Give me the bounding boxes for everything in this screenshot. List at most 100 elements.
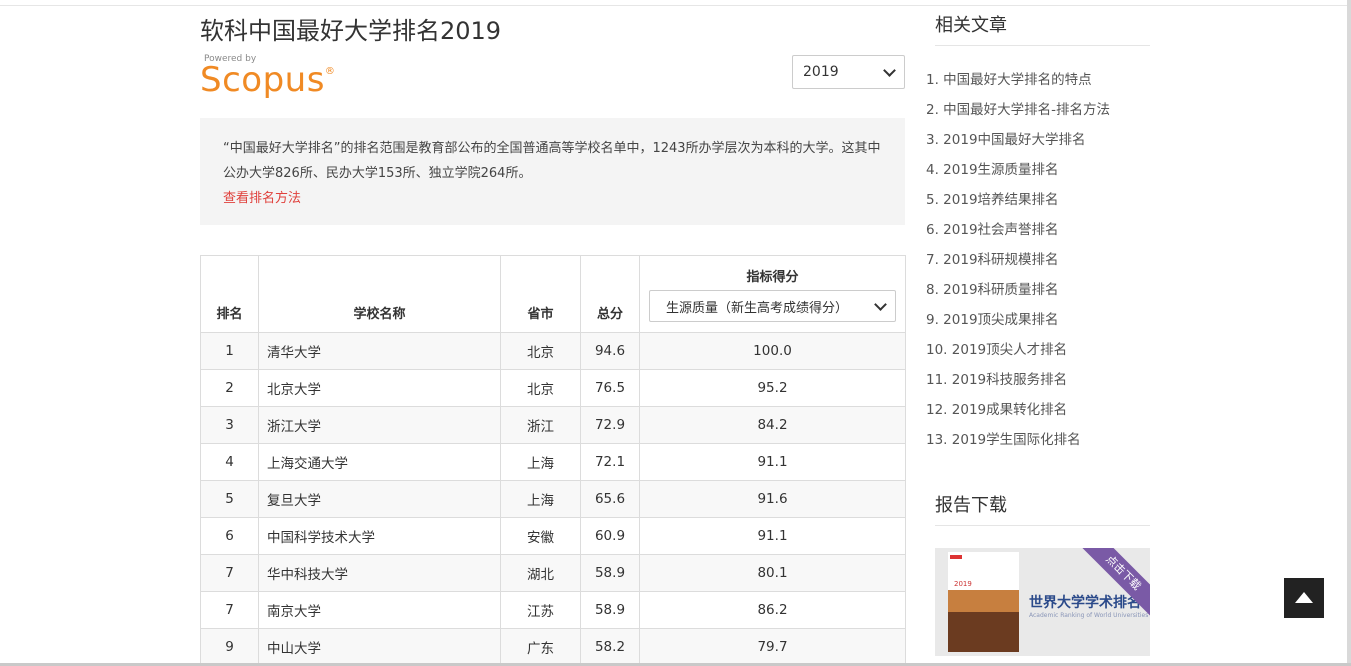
rank-cell: 7: [200, 591, 259, 629]
header-rank[interactable]: 排名: [200, 255, 259, 333]
metric-score-cell: 100.0: [639, 332, 906, 370]
cover-year: 2019: [954, 580, 972, 588]
rank-cell: 6: [200, 517, 259, 555]
scopus-logo[interactable]: Scopus®: [200, 60, 335, 100]
chevron-down-icon: [874, 297, 887, 311]
metric-score-cell: 86.2: [639, 591, 906, 629]
school-name-cell[interactable]: 复旦大学: [258, 480, 501, 518]
rank-cell: 5: [200, 480, 259, 518]
province-cell: 安徽: [500, 517, 581, 555]
total-score-cell: 58.9: [580, 591, 640, 629]
school-name-cell[interactable]: 中国科学技术大学: [258, 517, 501, 555]
back-to-top-button[interactable]: [1284, 578, 1324, 618]
year-select-value: 2019: [803, 64, 839, 80]
table-row: 4 上海交通大学 上海 72.1 91.1: [200, 443, 906, 481]
table-row: 6 中国科学技术大学 安徽 60.9 91.1: [200, 517, 906, 555]
related-articles-list: 1. 中国最好大学排名的特点 2. 中国最好大学排名-排名方法 3. 2019中国最…: [926, 69, 1110, 459]
metric-score-cell: 84.2: [639, 406, 906, 444]
table-row: 5 复旦大学 上海 65.6 91.6: [200, 480, 906, 518]
table-row: 1 清华大学 北京 94.6 100.0: [200, 332, 906, 370]
related-article-link[interactable]: 5. 2019培养结果排名: [926, 189, 1110, 219]
province-cell: 北京: [500, 369, 581, 407]
header-total-score[interactable]: 总分: [580, 255, 640, 333]
arwu-download-banner[interactable]: 2019 世界大学学术排名 Academic Ranking of World …: [935, 548, 1150, 656]
related-article-link[interactable]: 7. 2019科研规模排名: [926, 249, 1110, 279]
related-article-link[interactable]: 4. 2019生源质量排名: [926, 159, 1110, 189]
total-score-cell: 58.9: [580, 554, 640, 592]
page-scrollbar[interactable]: [1347, 0, 1351, 666]
metric-select[interactable]: 生源质量（新生高考成绩得分）: [649, 290, 896, 322]
sidebar-divider: [935, 525, 1150, 526]
province-cell: 浙江: [500, 406, 581, 444]
related-article-link[interactable]: 12. 2019成果转化排名: [926, 399, 1110, 429]
school-name-cell[interactable]: 中山大学: [258, 628, 501, 666]
arrow-up-icon: [1295, 592, 1313, 603]
related-article-link[interactable]: 1. 中国最好大学排名的特点: [926, 69, 1110, 99]
table-row: 2 北京大学 北京 76.5 95.2: [200, 369, 906, 407]
rank-cell: 1: [200, 332, 259, 370]
related-article-link[interactable]: 11. 2019科技服务排名: [926, 369, 1110, 399]
total-score-cell: 60.9: [580, 517, 640, 555]
school-name-cell[interactable]: 上海交通大学: [258, 443, 501, 481]
banner-subtitle: Academic Ranking of World Universities: [1029, 612, 1149, 619]
report-download-title: 报告下载: [935, 495, 1007, 516]
intro-text: “中国最好大学排名”的排名范围是教育部公布的全国普通高等学校名单中，1243所办…: [223, 141, 881, 181]
total-score-cell: 76.5: [580, 369, 640, 407]
table-row: 7 华中科技大学 湖北 58.9 80.1: [200, 554, 906, 592]
province-cell: 上海: [500, 443, 581, 481]
total-score-cell: 58.2: [580, 628, 640, 666]
table-row: 7 南京大学 江苏 58.9 86.2: [200, 591, 906, 629]
metric-score-cell: 91.6: [639, 480, 906, 518]
ranking-method-link[interactable]: 查看排名方法: [223, 186, 882, 211]
rank-cell: 7: [200, 554, 259, 592]
header-metric: 指标得分 生源质量（新生高考成绩得分）: [639, 255, 906, 333]
related-article-link[interactable]: 6. 2019社会声誉排名: [926, 219, 1110, 249]
table-header-row: 排名 学校名称 省市 总分 指标得分 生源质量（新生高考成绩得分）: [200, 255, 906, 333]
intro-box: “中国最好大学排名”的排名范围是教育部公布的全国普通高等学校名单中，1243所办…: [200, 118, 905, 225]
registered-mark: ®: [324, 66, 336, 77]
province-cell: 广东: [500, 628, 581, 666]
rank-cell: 9: [200, 628, 259, 666]
metric-score-cell: 91.1: [639, 517, 906, 555]
province-cell: 湖北: [500, 554, 581, 592]
related-article-link[interactable]: 2. 中国最好大学排名-排名方法: [926, 99, 1110, 129]
total-score-cell: 72.9: [580, 406, 640, 444]
banner-title: 世界大学学术排名: [1029, 595, 1141, 611]
province-cell: 江苏: [500, 591, 581, 629]
school-name-cell[interactable]: 浙江大学: [258, 406, 501, 444]
metric-select-value: 生源质量（新生高考成绩得分）: [666, 300, 849, 316]
school-name-cell[interactable]: 清华大学: [258, 332, 501, 370]
scopus-logo-text: Scopus: [200, 60, 325, 100]
sidebar-divider: [935, 45, 1150, 46]
table-row: 3 浙江大学 浙江 72.9 84.2: [200, 406, 906, 444]
school-name-cell[interactable]: 南京大学: [258, 591, 501, 629]
related-article-link[interactable]: 13. 2019学生国际化排名: [926, 429, 1110, 459]
rank-cell: 3: [200, 406, 259, 444]
chevron-down-icon: [883, 63, 896, 77]
total-score-cell: 65.6: [580, 480, 640, 518]
rank-cell: 4: [200, 443, 259, 481]
year-select[interactable]: 2019: [792, 55, 905, 89]
metric-score-cell: 91.1: [639, 443, 906, 481]
metric-score-cell: 95.2: [639, 369, 906, 407]
related-article-link[interactable]: 9. 2019顶尖成果排名: [926, 309, 1110, 339]
total-score-cell: 94.6: [580, 332, 640, 370]
school-name-cell[interactable]: 华中科技大学: [258, 554, 501, 592]
province-cell: 北京: [500, 332, 581, 370]
header-province[interactable]: 省市: [500, 255, 581, 333]
page-title: 软科中国最好大学排名2019: [200, 17, 502, 45]
related-article-link[interactable]: 8. 2019科研质量排名: [926, 279, 1110, 309]
total-score-cell: 72.1: [580, 443, 640, 481]
ranking-table: 排名 学校名称 省市 总分 指标得分 生源质量（新生高考成绩得分） 1 清华大学北…: [200, 255, 906, 666]
school-name-cell[interactable]: 北京大学: [258, 369, 501, 407]
metric-score-cell: 80.1: [639, 554, 906, 592]
report-cover-image: 2019: [948, 552, 1019, 652]
header-metric-label: 指标得分: [746, 270, 799, 285]
header-school-name[interactable]: 学校名称: [258, 255, 501, 333]
cover-logo-mark: [950, 555, 962, 559]
related-article-link[interactable]: 3. 2019中国最好大学排名: [926, 129, 1110, 159]
table-row: 9 中山大学 广东 58.2 79.7: [200, 628, 906, 666]
related-article-link[interactable]: 10. 2019顶尖人才排名: [926, 339, 1110, 369]
metric-score-cell: 79.7: [639, 628, 906, 666]
top-divider: [0, 5, 1351, 6]
